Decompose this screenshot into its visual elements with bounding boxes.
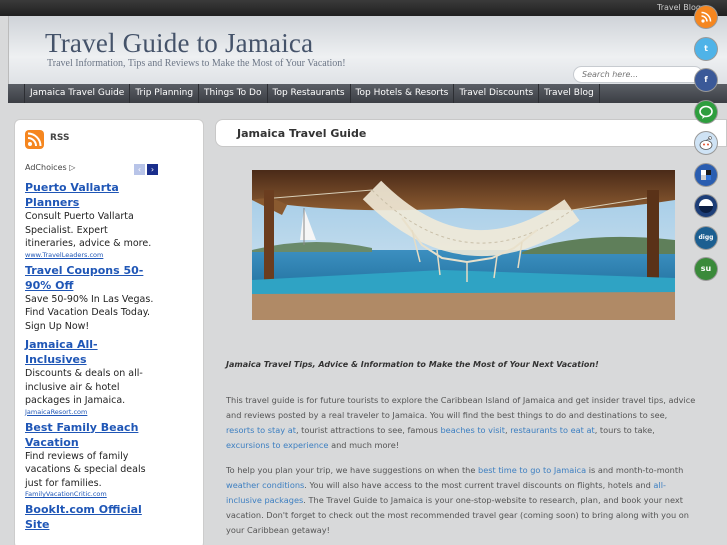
nav-item-travel-discounts[interactable]: Travel Discounts bbox=[454, 84, 540, 103]
nav-item-top-hotels-resorts[interactable]: Top Hotels & Resorts bbox=[351, 84, 455, 103]
stumbleupon-icon[interactable]: su bbox=[695, 258, 717, 280]
site-header: Travel Guide to Jamaica Travel Informati… bbox=[8, 16, 727, 84]
rss-icon[interactable] bbox=[695, 6, 717, 28]
link-restaurants[interactable]: restaurants to eat at bbox=[510, 425, 594, 435]
ad-item[interactable]: Jamaica All-Inclusives Discounts & deals… bbox=[25, 337, 158, 416]
ad-description: Consult Puerto Vallarta Specialist. Expe… bbox=[25, 211, 152, 249]
social-bar: t f digg su bbox=[695, 6, 721, 290]
paragraph-text: is and month-to-month bbox=[586, 465, 684, 475]
main-content: Jamaica Travel Tips, Advice & Informatio… bbox=[215, 150, 695, 545]
main-nav: Jamaica Travel Guide Trip Planning Thing… bbox=[8, 84, 727, 103]
ad-next-icon[interactable]: › bbox=[147, 164, 158, 175]
ad-description: Find reviews of family vacations & speci… bbox=[25, 450, 146, 489]
content-title-bar: Jamaica Travel Guide bbox=[215, 119, 727, 147]
ad-url[interactable]: FamilyVacationCritic.com bbox=[25, 490, 158, 498]
ad-choices[interactable]: AdChoices ▷ ‹ › bbox=[25, 163, 158, 177]
rss-icon[interactable] bbox=[25, 130, 44, 149]
paragraph-text: . You will also have access to the most … bbox=[304, 480, 654, 490]
planning-paragraph: To help you plan your trip, we have sugg… bbox=[226, 463, 698, 538]
facebook-icon[interactable]: f bbox=[695, 69, 717, 91]
ad-url[interactable]: www.TravelLeaders.com bbox=[25, 251, 158, 259]
ad-url[interactable]: JamaicaResort.com bbox=[25, 408, 158, 416]
paragraph-text: and much more! bbox=[328, 440, 400, 450]
ad-item[interactable]: BookIt.com Official Site bbox=[25, 502, 158, 532]
paragraph-text: , tourist attractions to see, famous bbox=[295, 425, 441, 435]
paragraph-text: This travel guide is for future tourists… bbox=[226, 395, 696, 420]
nav-item-jamaica-travel-guide[interactable]: Jamaica Travel Guide bbox=[24, 84, 131, 103]
link-best-time[interactable]: best time to go to Jamaica bbox=[478, 465, 586, 475]
ad-choices-label: AdChoices bbox=[25, 163, 67, 172]
link-resorts[interactable]: resorts to stay at bbox=[226, 425, 296, 435]
paragraph-text: , tours to take, bbox=[594, 425, 655, 435]
content-heading: Jamaica Travel Tips, Advice & Informatio… bbox=[226, 360, 599, 369]
link-beaches[interactable]: beaches to visit bbox=[440, 425, 505, 435]
intro-paragraph: This travel guide is for future tourists… bbox=[226, 393, 698, 453]
site-title[interactable]: Travel Guide to Jamaica bbox=[45, 28, 313, 59]
facebook-glyph: f bbox=[704, 75, 708, 84]
reddit-icon[interactable] bbox=[695, 132, 717, 154]
stumbleupon-glyph: su bbox=[700, 264, 712, 273]
nav-item-trip-planning[interactable]: Trip Planning bbox=[130, 84, 200, 103]
ad-item[interactable]: Puerto Vallarta Planners Consult Puerto … bbox=[25, 180, 158, 259]
nav-item-top-restaurants[interactable]: Top Restaurants bbox=[268, 84, 351, 103]
mixx-icon[interactable] bbox=[695, 195, 717, 217]
ad-choices-icon: ▷ bbox=[69, 163, 76, 172]
delicious-icon[interactable] bbox=[695, 163, 717, 186]
ad-title[interactable]: Puerto Vallarta Planners bbox=[25, 180, 158, 210]
ad-title[interactable]: Travel Coupons 50-90% Off bbox=[25, 263, 158, 293]
twitter-icon[interactable]: t bbox=[695, 37, 717, 60]
digg-icon[interactable]: digg bbox=[695, 226, 717, 249]
ad-description: Save 50-90% In Las Vegas. Find Vacation … bbox=[25, 293, 154, 332]
nav-item-travel-blog[interactable]: Travel Blog bbox=[539, 84, 600, 103]
top-bar: Travel Blog bbox=[0, 0, 727, 16]
twitter-glyph: t bbox=[704, 43, 708, 53]
chat-icon[interactable] bbox=[695, 100, 717, 123]
link-weather[interactable]: weather conditions bbox=[226, 480, 304, 490]
link-excursions[interactable]: excursions to experience bbox=[226, 440, 328, 450]
ad-title[interactable]: BookIt.com Official Site bbox=[25, 502, 158, 532]
search-input[interactable] bbox=[573, 66, 703, 83]
digg-glyph: digg bbox=[698, 233, 714, 241]
ad-title[interactable]: Jamaica All-Inclusives bbox=[25, 337, 158, 367]
ad-title[interactable]: Best Family Beach Vacation bbox=[25, 420, 158, 450]
ad-block: AdChoices ▷ ‹ › Puerto Vallarta Planners… bbox=[25, 163, 158, 536]
ad-prev-icon[interactable]: ‹ bbox=[134, 164, 145, 175]
hero-image-hammock bbox=[252, 170, 675, 320]
sidebar: RSS AdChoices ▷ ‹ › Puerto Vallarta Plan… bbox=[14, 119, 204, 545]
nav-item-things-to-do[interactable]: Things To Do bbox=[199, 84, 268, 103]
rss-label[interactable]: RSS bbox=[50, 133, 70, 143]
ad-item[interactable]: Best Family Beach Vacation Find reviews … bbox=[25, 420, 158, 499]
paragraph-text: To help you plan your trip, we have sugg… bbox=[226, 465, 478, 475]
ad-description: Discounts & deals on all-inclusive air &… bbox=[25, 368, 143, 406]
page-title: Jamaica Travel Guide bbox=[237, 127, 367, 140]
ad-item[interactable]: Travel Coupons 50-90% Off Save 50-90% In… bbox=[25, 263, 158, 334]
site-tagline: Travel Information, Tips and Reviews to … bbox=[47, 58, 346, 69]
